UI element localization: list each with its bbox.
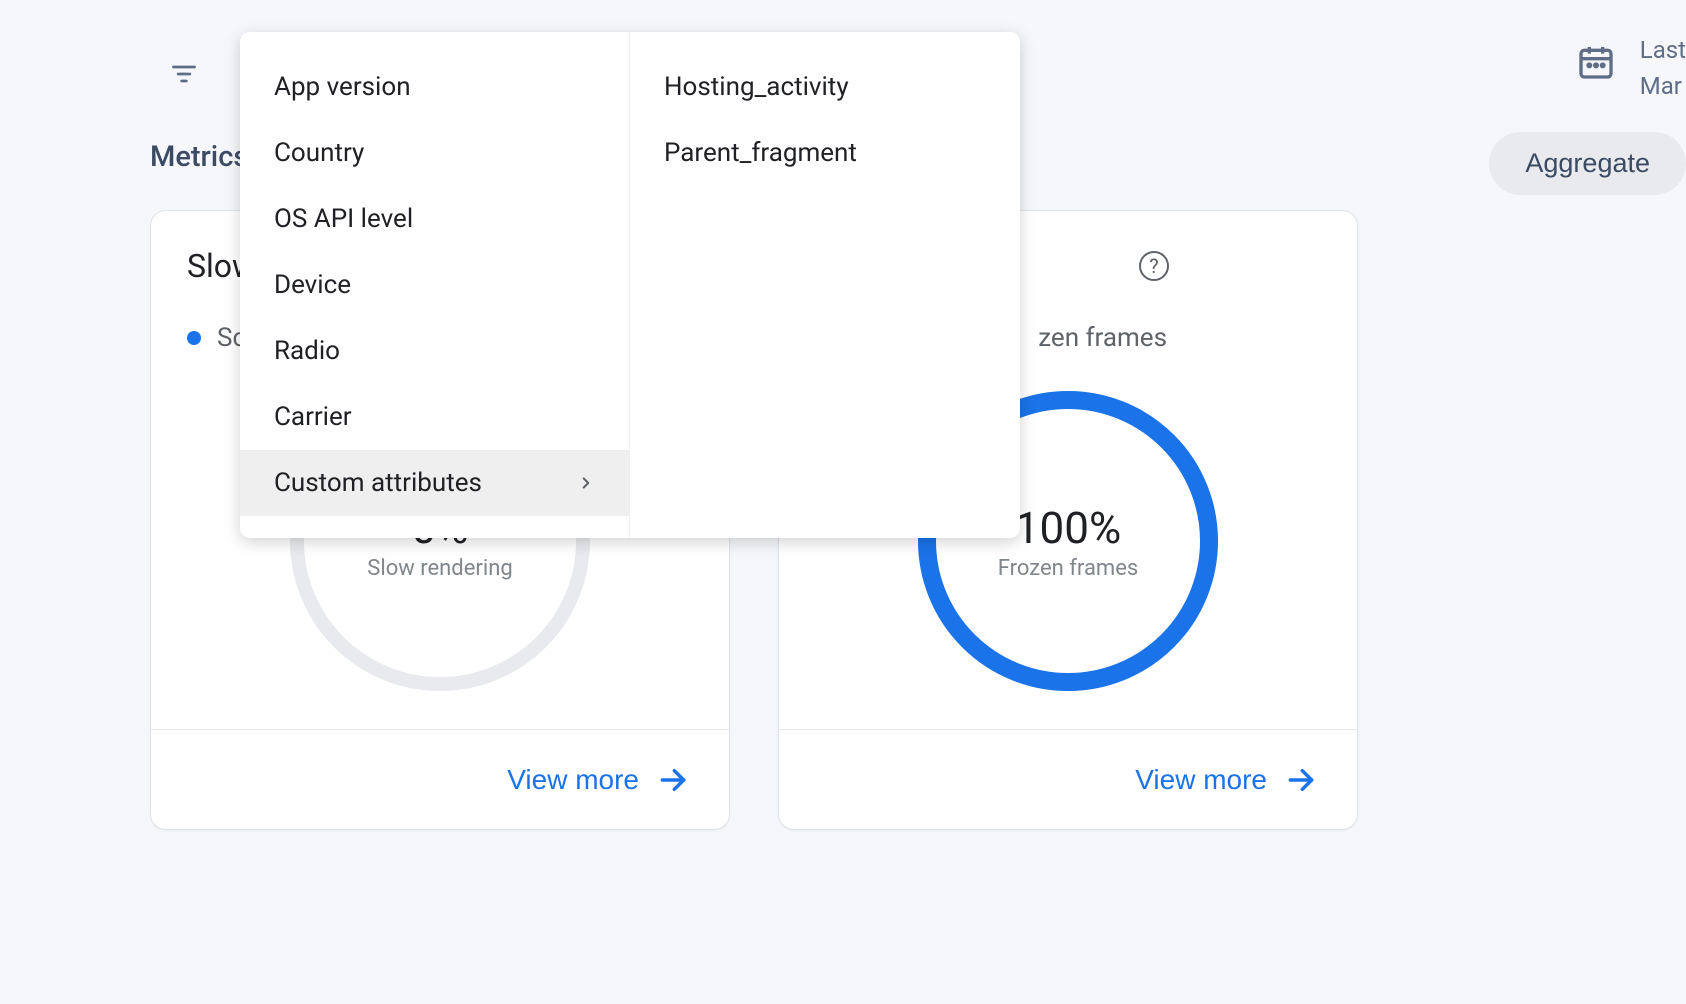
menu-item-label: App version bbox=[274, 72, 411, 102]
aggregate-toggle[interactable]: Aggregate bbox=[1489, 132, 1686, 195]
filter-menu-primary: App version Country OS API level Device … bbox=[240, 32, 630, 538]
date-line2: Mar bbox=[1640, 72, 1686, 100]
menu-item-hosting-activity[interactable]: Hosting_activity bbox=[630, 54, 1020, 120]
menu-item-device[interactable]: Device bbox=[240, 252, 629, 318]
menu-item-label: Parent_fragment bbox=[664, 138, 857, 168]
menu-item-label: Hosting_activity bbox=[664, 72, 849, 102]
legend-dot-icon bbox=[187, 331, 201, 345]
date-line1: Last bbox=[1640, 36, 1686, 64]
chevron-right-icon bbox=[577, 474, 595, 492]
gauge-label-frozen: Frozen frames bbox=[998, 556, 1138, 581]
date-range-display[interactable]: Last Mar bbox=[1576, 36, 1686, 100]
view-more-slow-button[interactable]: View more bbox=[507, 764, 689, 796]
view-more-label: View more bbox=[507, 764, 639, 796]
menu-item-label: Custom attributes bbox=[274, 468, 482, 498]
arrow-right-icon bbox=[1285, 764, 1317, 796]
view-more-label: View more bbox=[1135, 764, 1267, 796]
menu-item-label: OS API level bbox=[274, 204, 413, 234]
gauge-value-frozen: 100% bbox=[1015, 502, 1121, 554]
metrics-heading: Metrics bbox=[150, 140, 248, 174]
menu-item-label: Country bbox=[274, 138, 364, 168]
gauge-label-slow: Slow rendering bbox=[367, 556, 512, 581]
view-more-frozen-button[interactable]: View more bbox=[1135, 764, 1317, 796]
menu-item-label: Radio bbox=[274, 336, 340, 366]
menu-item-os-api-level[interactable]: OS API level bbox=[240, 186, 629, 252]
menu-item-label: Carrier bbox=[274, 402, 352, 432]
filter-menu-secondary: Hosting_activity Parent_fragment bbox=[630, 32, 1020, 538]
filter-attribute-menu: App version Country OS API level Device … bbox=[240, 32, 1020, 538]
menu-item-country[interactable]: Country bbox=[240, 120, 629, 186]
menu-item-radio[interactable]: Radio bbox=[240, 318, 629, 384]
menu-item-carrier[interactable]: Carrier bbox=[240, 384, 629, 450]
arrow-right-icon bbox=[657, 764, 689, 796]
filter-icon[interactable] bbox=[170, 60, 198, 88]
calendar-icon bbox=[1576, 42, 1616, 82]
legend-label-frozen: zen frames bbox=[1038, 323, 1167, 353]
help-icon[interactable]: ? bbox=[1139, 251, 1169, 281]
menu-item-label: Device bbox=[274, 270, 351, 300]
menu-item-parent-fragment[interactable]: Parent_fragment bbox=[630, 120, 1020, 186]
menu-item-custom-attributes[interactable]: Custom attributes bbox=[240, 450, 629, 516]
menu-item-app-version[interactable]: App version bbox=[240, 54, 629, 120]
